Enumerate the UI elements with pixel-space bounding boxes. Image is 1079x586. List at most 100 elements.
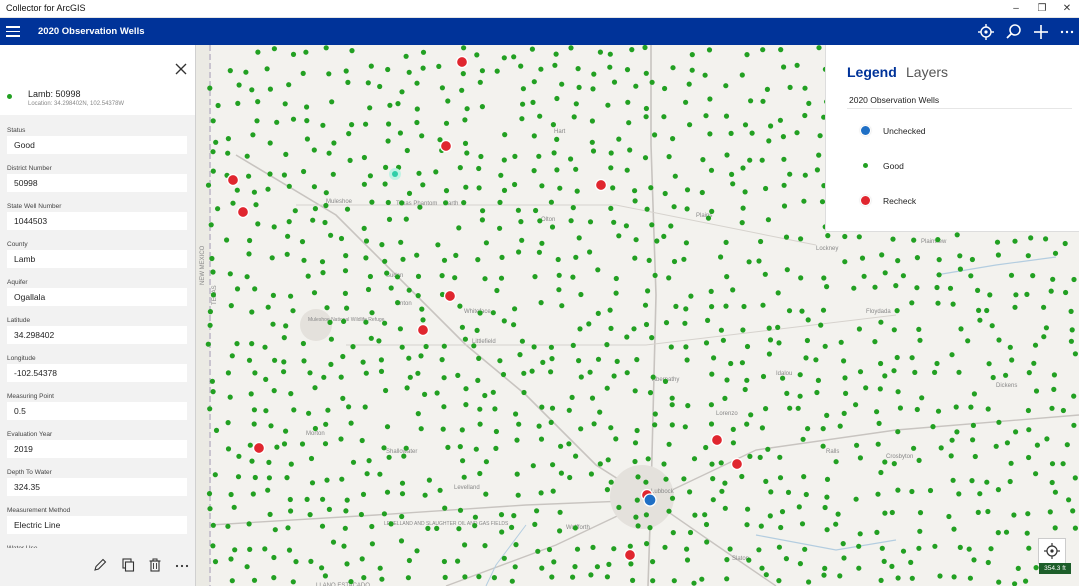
well-good-marker[interactable]	[344, 561, 350, 567]
well-good-marker[interactable]	[837, 573, 843, 579]
well-good-marker[interactable]	[535, 548, 541, 554]
well-good-marker[interactable]	[914, 406, 920, 413]
well-good-marker[interactable]	[501, 187, 508, 193]
well-good-marker[interactable]	[434, 390, 440, 396]
well-good-marker[interactable]	[781, 64, 787, 70]
well-good-marker[interactable]	[882, 270, 888, 276]
well-good-marker[interactable]	[363, 238, 370, 244]
well-good-marker[interactable]	[281, 369, 287, 375]
well-good-marker[interactable]	[246, 173, 252, 179]
well-good-marker[interactable]	[387, 102, 393, 108]
well-good-marker[interactable]	[554, 167, 560, 173]
well-good-marker[interactable]	[286, 547, 293, 553]
well-good-marker[interactable]	[265, 186, 271, 192]
well-good-marker[interactable]	[1025, 407, 1031, 414]
well-good-marker[interactable]	[739, 360, 746, 366]
well-good-marker[interactable]	[492, 406, 498, 412]
well-good-marker[interactable]	[729, 171, 735, 177]
well-good-marker[interactable]	[440, 426, 446, 432]
well-good-marker[interactable]	[895, 575, 901, 581]
well-good-marker[interactable]	[779, 509, 786, 515]
well-good-marker[interactable]	[781, 203, 788, 209]
well-good-marker[interactable]	[327, 319, 333, 325]
well-good-marker[interactable]	[531, 133, 537, 139]
well-good-marker[interactable]	[347, 157, 353, 163]
well-good-marker[interactable]	[365, 286, 372, 293]
well-good-marker[interactable]	[207, 506, 213, 512]
well-good-marker[interactable]	[246, 357, 253, 363]
well-good-marker[interactable]	[330, 171, 336, 177]
well-good-marker[interactable]	[249, 87, 255, 93]
well-good-marker[interactable]	[644, 541, 650, 547]
well-good-marker[interactable]	[457, 507, 464, 513]
well-good-marker[interactable]	[806, 579, 812, 585]
well-good-marker[interactable]	[1007, 344, 1013, 350]
well-good-marker[interactable]	[303, 49, 309, 55]
well-good-marker[interactable]	[479, 68, 485, 74]
well-good-marker[interactable]	[722, 505, 728, 511]
well-good-marker[interactable]	[841, 358, 847, 364]
well-good-marker[interactable]	[511, 322, 517, 328]
well-good-marker[interactable]	[248, 391, 254, 397]
well-good-marker[interactable]	[911, 445, 917, 451]
well-good-marker[interactable]	[576, 358, 582, 364]
well-good-marker[interactable]	[775, 324, 781, 330]
well-recheck-marker[interactable]	[236, 205, 250, 219]
well-good-marker[interactable]	[512, 306, 518, 312]
well-good-marker[interactable]	[683, 99, 689, 105]
well-good-marker[interactable]	[307, 370, 313, 376]
well-good-marker[interactable]	[723, 303, 729, 309]
well-good-marker[interactable]	[663, 320, 670, 326]
well-good-marker[interactable]	[362, 404, 368, 410]
well-good-marker[interactable]	[687, 489, 693, 495]
well-good-marker[interactable]	[744, 343, 751, 350]
well-good-marker[interactable]	[513, 411, 519, 417]
well-good-marker[interactable]	[703, 113, 709, 119]
well-good-marker[interactable]	[684, 206, 690, 212]
well-good-marker[interactable]	[719, 488, 725, 494]
well-good-marker[interactable]	[323, 45, 329, 51]
well-good-marker[interactable]	[861, 273, 867, 279]
well-good-marker[interactable]	[652, 272, 658, 278]
well-good-marker[interactable]	[350, 344, 356, 350]
well-good-marker[interactable]	[338, 374, 344, 380]
well-good-marker[interactable]	[824, 284, 830, 290]
well-good-marker[interactable]	[529, 46, 535, 52]
well-good-marker[interactable]	[341, 543, 347, 549]
well-good-marker[interactable]	[284, 475, 290, 481]
well-good-marker[interactable]	[550, 122, 556, 128]
well-good-marker[interactable]	[624, 67, 631, 73]
well-good-marker[interactable]	[739, 220, 745, 226]
well-good-marker[interactable]	[403, 445, 409, 451]
well-good-marker[interactable]	[669, 395, 675, 401]
well-good-marker[interactable]	[666, 275, 672, 281]
well-good-marker[interactable]	[249, 458, 255, 464]
well-good-marker[interactable]	[669, 402, 675, 408]
well-good-marker[interactable]	[595, 356, 602, 362]
well-good-marker[interactable]	[894, 308, 900, 314]
well-good-marker[interactable]	[342, 268, 349, 274]
well-good-marker[interactable]	[369, 199, 375, 205]
well-good-marker[interactable]	[767, 513, 773, 519]
well-good-marker[interactable]	[575, 66, 581, 72]
well-good-marker[interactable]	[418, 353, 424, 359]
well-good-marker[interactable]	[530, 99, 536, 105]
well-good-marker[interactable]	[474, 327, 480, 333]
well-good-marker[interactable]	[703, 444, 709, 451]
well-good-marker[interactable]	[710, 476, 716, 482]
well-good-marker[interactable]	[480, 208, 486, 214]
well-good-marker[interactable]	[818, 322, 824, 328]
well-good-marker[interactable]	[229, 353, 235, 359]
well-good-marker[interactable]	[283, 151, 289, 157]
well-good-marker[interactable]	[475, 377, 481, 383]
well-good-marker[interactable]	[833, 521, 839, 527]
well-good-marker[interactable]	[916, 457, 922, 463]
well-good-marker[interactable]	[874, 409, 880, 415]
well-good-marker[interactable]	[414, 119, 420, 126]
well-good-marker[interactable]	[632, 255, 638, 261]
well-good-marker[interactable]	[246, 251, 252, 257]
well-good-marker[interactable]	[521, 389, 527, 396]
well-good-marker[interactable]	[649, 222, 655, 228]
well-good-marker[interactable]	[744, 52, 750, 58]
well-good-marker[interactable]	[453, 252, 459, 258]
